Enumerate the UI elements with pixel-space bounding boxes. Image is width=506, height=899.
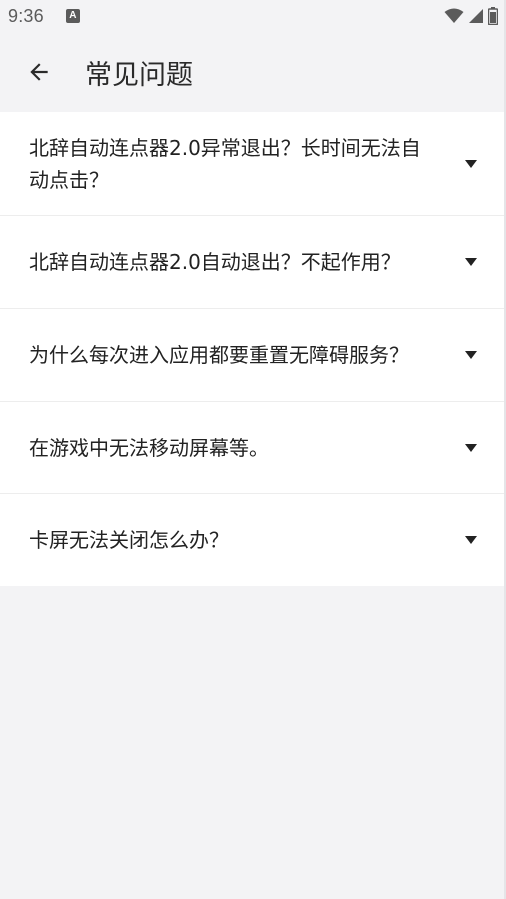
page-title: 常见问题 bbox=[85, 59, 193, 91]
faq-list: 北辞自动连点器2.0异常退出？长时间无法自动点击？ 北辞自动连点器2.0自动退出… bbox=[0, 112, 504, 586]
caret-down-icon bbox=[465, 536, 477, 544]
arrow-left-icon bbox=[30, 63, 48, 81]
app-bar: 常见问题 bbox=[0, 32, 506, 112]
faq-question: 卡屏无法关闭怎么办？ bbox=[29, 528, 229, 552]
battery-icon bbox=[488, 7, 498, 25]
faq-question: 北辞自动连点器2.0异常退出？长时间无法自动点击？ bbox=[29, 135, 421, 192]
faq-question: 在游戏中无法移动屏幕等。 bbox=[29, 435, 269, 460]
faq-item[interactable]: 卡屏无法关闭怎么办？ bbox=[0, 494, 504, 586]
faq-item[interactable]: 为什么每次进入应用都要重置无障碍服务？ bbox=[0, 309, 504, 402]
wifi-icon bbox=[444, 8, 464, 23]
back-button[interactable] bbox=[11, 44, 67, 100]
faq-item[interactable]: 在游戏中无法移动屏幕等。 bbox=[0, 402, 504, 494]
accessibility-a-icon: A bbox=[65, 9, 80, 23]
status-left: 9:36 A bbox=[8, 6, 80, 27]
caret-down-icon bbox=[465, 258, 477, 266]
status-bar: 9:36 A bbox=[0, 0, 506, 32]
status-icons bbox=[444, 7, 498, 25]
caret-down-icon bbox=[465, 159, 477, 168]
status-time: 9:36 bbox=[8, 5, 44, 26]
faq-question: 北辞自动连点器2.0自动退出？不起作用？ bbox=[29, 250, 401, 274]
caret-down-icon bbox=[465, 443, 477, 452]
faq-question: 为什么每次进入应用都要重置无障碍服务？ bbox=[29, 343, 409, 367]
caret-down-icon bbox=[465, 351, 477, 359]
faq-item[interactable]: 北辞自动连点器2.0自动退出？不起作用？ bbox=[0, 216, 504, 309]
cellular-signal-icon bbox=[469, 9, 483, 23]
faq-item[interactable]: 北辞自动连点器2.0异常退出？长时间无法自动点击？ bbox=[0, 112, 504, 216]
